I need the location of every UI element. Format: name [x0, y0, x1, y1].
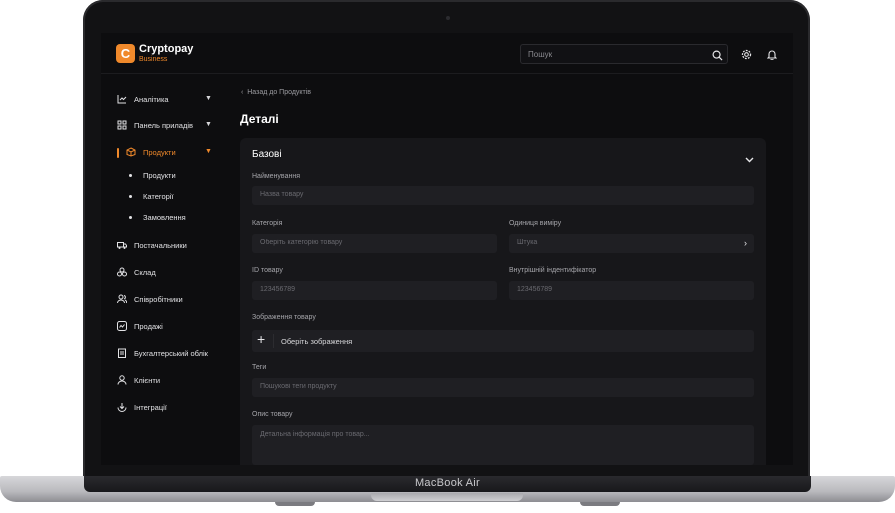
description-field-wrap — [252, 425, 754, 465]
category-field-wrap — [252, 234, 497, 253]
chevron-down-icon[interactable]: ▼ — [205, 121, 212, 128]
unit-field-wrap: › — [509, 234, 754, 253]
unit-select[interactable] — [515, 238, 740, 247]
choose-image-button[interactable]: + Оберіть зображення — [252, 330, 754, 352]
sidebar-item-label: Продажі — [134, 321, 163, 331]
ledger-icon — [118, 348, 126, 358]
sidebar-item-analytics[interactable]: Аналітика — [117, 94, 169, 104]
sidebar-item-suppliers[interactable]: Постачальники — [117, 240, 187, 250]
tags-label: Теги — [252, 364, 267, 371]
sidebar-item-label: Склад — [134, 267, 156, 277]
id-field[interactable] — [258, 285, 483, 294]
sidebar-item-label: Продукти — [143, 147, 176, 157]
sidebar-item-clients[interactable]: Клієнти — [117, 375, 160, 385]
unit-label: Одиниця виміру — [509, 220, 562, 227]
page-title: Деталі — [240, 112, 279, 126]
id-label: ID товару — [252, 267, 283, 274]
category-label: Категорія — [252, 220, 283, 227]
bell-icon[interactable] — [766, 47, 778, 65]
sidebar-item-label: Співробітники — [134, 294, 183, 304]
image-label: Зображення товару — [252, 314, 316, 321]
sidebar-item-label: Аналітика — [134, 94, 169, 104]
sidebar-item-integrations[interactable]: Інтеграції — [117, 402, 167, 412]
sidebar-item-dashboard[interactable]: Панель приладів — [117, 120, 193, 130]
divider — [273, 334, 274, 348]
sidebar: Аналітика ▼ Панель приладів ▼ Продукти ▼… — [101, 74, 224, 465]
search-input[interactable] — [526, 47, 700, 62]
box-icon — [126, 147, 136, 157]
back-link[interactable]: ‹ Назад до Продуктів — [241, 89, 311, 96]
sidebar-item-accounting[interactable]: Бухгалтерський облік — [117, 348, 208, 358]
grid-icon — [117, 120, 127, 130]
category-select[interactable] — [258, 238, 483, 247]
internal-id-label: Внутрішній індентифікатор — [509, 267, 597, 274]
plus-icon: + — [257, 331, 266, 347]
app-screen: C Cryptopay Business Аналітика ▼ Панель … — [101, 33, 793, 465]
top-bar: C Cryptopay Business — [101, 33, 793, 74]
app-subtitle: Business — [139, 56, 168, 63]
laptop-notch — [371, 493, 523, 501]
basic-section-card: Базові Найменування Категорія Одиниця ви… — [240, 138, 766, 465]
chevron-down-icon[interactable]: ▼ — [205, 95, 212, 102]
sidebar-subitem-orders[interactable]: Замовлення — [129, 213, 186, 222]
internal-id-field-wrap — [509, 281, 754, 300]
search-icon[interactable] — [712, 48, 723, 66]
name-label: Найменування — [252, 173, 300, 180]
gear-icon[interactable] — [741, 47, 752, 65]
name-field-wrap — [252, 186, 754, 205]
chart-icon — [117, 95, 127, 104]
laptop-foot — [580, 502, 620, 506]
active-indicator — [117, 148, 119, 158]
laptop-foot — [275, 502, 315, 506]
app-logo: C — [116, 44, 135, 63]
name-field[interactable] — [258, 190, 714, 199]
users-icon — [117, 294, 127, 304]
truck-icon — [117, 242, 127, 249]
tags-field[interactable] — [258, 382, 714, 391]
sales-icon — [117, 321, 127, 331]
download-icon — [117, 403, 127, 412]
sidebar-item-sales[interactable]: Продажі — [117, 321, 163, 331]
description-label: Опис товару — [252, 411, 293, 418]
chevron-down-icon[interactable] — [745, 150, 754, 168]
sidebar-item-label: Інтеграції — [134, 402, 167, 412]
sidebar-item-label: Постачальники — [134, 240, 187, 250]
sidebar-item-label: Клієнти — [134, 375, 161, 385]
internal-id-field[interactable] — [515, 285, 740, 294]
section-title: Базові — [252, 149, 282, 160]
tags-field-wrap — [252, 378, 754, 397]
id-field-wrap — [252, 281, 497, 300]
search-box — [520, 44, 728, 64]
sidebar-item-products[interactable]: Продукти — [126, 147, 176, 157]
boxes-icon — [117, 267, 127, 277]
chevron-right-icon[interactable]: › — [744, 238, 747, 248]
choose-image-label: Оберіть зображення — [281, 337, 353, 346]
sidebar-item-label: Бухгалтерський облік — [134, 348, 208, 358]
sidebar-subitem-products[interactable]: Продукти — [129, 171, 176, 180]
sidebar-item-warehouse[interactable]: Склад — [117, 267, 156, 277]
main-content: ‹ Назад до Продуктів Деталі Базові Найме… — [225, 74, 793, 465]
camera — [446, 16, 450, 20]
chevron-down-icon[interactable]: ▼ — [205, 148, 212, 155]
sidebar-item-employees[interactable]: Співробітники — [117, 294, 183, 304]
sidebar-item-label: Панель приладів — [134, 120, 193, 130]
sidebar-subitem-categories[interactable]: Категорії — [129, 192, 174, 201]
app-name: Cryptopay — [139, 43, 194, 55]
description-field[interactable] — [258, 429, 714, 447]
user-icon — [117, 375, 127, 385]
device-label: MacBook Air — [414, 477, 481, 489]
